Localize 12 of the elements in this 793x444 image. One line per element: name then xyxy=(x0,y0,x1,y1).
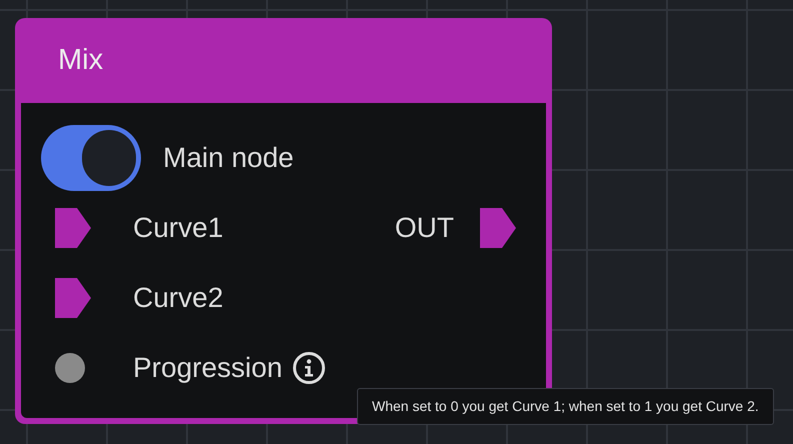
port-icon[interactable] xyxy=(480,208,516,248)
node-title: Mix xyxy=(58,42,104,78)
value-socket-icon[interactable] xyxy=(55,353,85,383)
toggle-label: Main node xyxy=(163,141,294,175)
port-icon[interactable] xyxy=(55,278,91,318)
output-label: OUT xyxy=(394,211,454,245)
tooltip: When set to 0 you get Curve 1; when set to 1 you get Curve 2. xyxy=(357,388,774,425)
info-icon[interactable] xyxy=(292,351,326,385)
input-label: Curve1 xyxy=(133,211,224,245)
input-label: Curve2 xyxy=(133,281,224,315)
port-icon[interactable] xyxy=(55,208,91,248)
input-label: Progression xyxy=(133,351,282,385)
